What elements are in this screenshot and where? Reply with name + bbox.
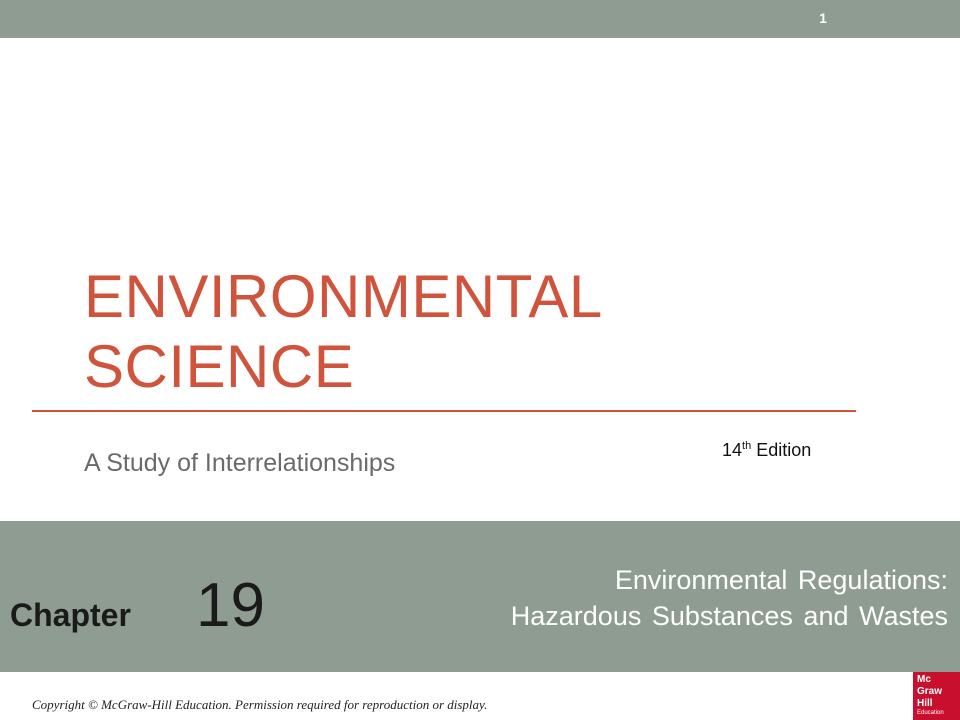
subtitle: A Study of Interrelationships: [84, 449, 396, 477]
slide-title: ENVIRONMENTAL SCIENCE: [84, 262, 603, 402]
title-divider: [32, 410, 856, 412]
logo-line-1: Mc: [917, 674, 931, 685]
title-line-1: ENVIRONMENTAL: [84, 263, 603, 330]
edition-suffix: th: [742, 440, 752, 452]
copyright-notice: Copyright © McGraw-Hill Education. Permi…: [32, 697, 488, 712]
edition-label: 14th Edition: [722, 440, 811, 461]
slide-number: 1: [819, 10, 827, 26]
chapter-title-line-1: Environmental Regulations:: [614, 565, 948, 595]
edition-word: Edition: [756, 440, 812, 460]
logo-line-3: Hill: [917, 698, 933, 709]
chapter-title-line-2: Hazardous Substances and Wastes: [510, 601, 948, 631]
chapter-number: 19: [196, 571, 265, 640]
title-line-2: SCIENCE: [84, 333, 355, 400]
chapter-label: Chapter: [10, 597, 131, 633]
edition-number: 14: [722, 440, 743, 460]
logo-line-2: Graw: [917, 686, 943, 697]
logo-line-4: Education: [917, 710, 944, 716]
chapter-title: Environmental Regulations: Hazardous Sub…: [511, 562, 948, 634]
mcgraw-hill-logo: Mc Graw Hill Education: [913, 672, 960, 720]
